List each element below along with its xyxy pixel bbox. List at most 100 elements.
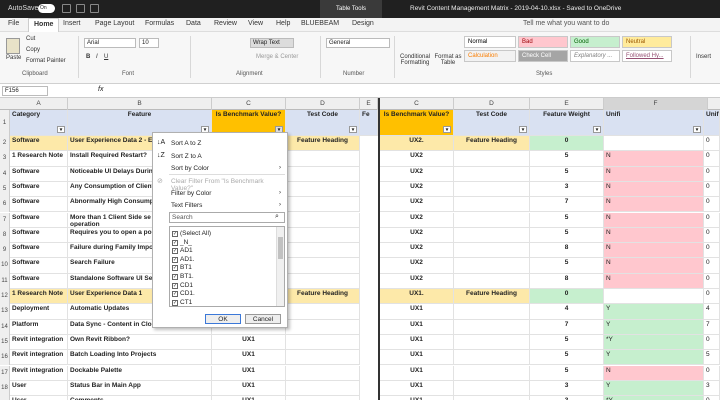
cell-test-code[interactable] — [286, 258, 360, 274]
cell-unifi-2[interactable]: 0 — [704, 273, 720, 289]
cell-unifi[interactable] — [604, 136, 704, 152]
cell-test-code[interactable] — [286, 319, 360, 335]
cell-benchmark-2[interactable]: UX2 — [380, 243, 454, 259]
cell-category[interactable]: Revit integration — [10, 350, 68, 366]
row-number[interactable]: 16 — [0, 350, 10, 366]
cell-test-code[interactable] — [286, 380, 360, 397]
row-number[interactable]: 6 — [0, 197, 10, 213]
list-scrollbar[interactable] — [276, 227, 284, 306]
sort-z-to-a-item[interactable]: Sort Z to A — [171, 153, 202, 160]
conditional-formatting-button[interactable]: Conditional Formatting — [398, 54, 432, 66]
cell-test-code[interactable] — [286, 166, 360, 182]
cell-unifi[interactable]: Y — [604, 380, 704, 397]
merge-center-button[interactable]: Merge & Center — [256, 54, 298, 60]
copy-button[interactable]: Copy — [26, 47, 40, 53]
cell-unifi-2[interactable]: 0 — [704, 212, 720, 228]
cell-feature-weight[interactable]: 0 — [530, 136, 604, 152]
cell-test-code-2[interactable] — [454, 319, 530, 335]
row-number[interactable]: 8 — [0, 227, 10, 244]
cell-category[interactable]: User — [10, 380, 68, 397]
column-header-b[interactable]: B — [68, 98, 212, 110]
filter-checkbox[interactable]: ✓ — [172, 299, 178, 306]
column-header-d[interactable]: D — [286, 98, 360, 110]
cell-benchmark[interactable]: UX1 — [212, 334, 286, 351]
cell-unifi[interactable]: Y — [604, 319, 704, 335]
cell-category[interactable]: Software — [10, 212, 68, 228]
cell-unifi-2[interactable]: 3 — [704, 380, 720, 397]
filter-value-item[interactable]: AD1. — [180, 256, 194, 263]
cell-test-code-2[interactable] — [454, 243, 530, 259]
cell-benchmark-2[interactable]: UX2 — [380, 258, 454, 274]
cell-test-code-2[interactable] — [454, 197, 530, 213]
tab-file[interactable]: File — [8, 20, 19, 27]
filter-checkbox[interactable]: ✓ — [172, 282, 178, 289]
cell-test-code[interactable] — [286, 350, 360, 366]
filter-checkbox[interactable]: ✓ — [172, 248, 178, 255]
cell-category[interactable]: Software — [10, 243, 68, 259]
underline-button[interactable]: U — [104, 54, 108, 60]
row-number[interactable]: 19 — [0, 396, 10, 400]
cell-unifi[interactable]: N — [604, 212, 704, 228]
column-header-e2[interactable]: E — [530, 98, 604, 110]
cell-unifi[interactable]: Y — [604, 304, 704, 320]
cell-category[interactable]: Software — [10, 181, 68, 198]
filter-value-item[interactable]: (Select All) — [180, 230, 211, 237]
cell-feature-weight[interactable]: 8 — [530, 273, 604, 289]
tab-review[interactable]: Review — [214, 20, 237, 27]
sort-a-to-z-item[interactable]: Sort A to Z — [171, 140, 201, 147]
tab-formulas[interactable]: Formulas — [145, 20, 174, 27]
undo-icon[interactable] — [76, 4, 85, 13]
cell-benchmark-2[interactable]: UX1 — [380, 380, 454, 397]
cell-unifi-2[interactable]: 0 — [704, 227, 720, 244]
row-number[interactable]: 18 — [0, 380, 10, 397]
text-filters-item[interactable]: Text Filters — [171, 202, 202, 209]
filter-dropdown-button[interactable]: ▾ — [57, 126, 65, 133]
cell-feature[interactable]: Comments — [68, 396, 212, 400]
cell-benchmark-2[interactable]: UX2 — [380, 166, 454, 182]
style-followed-hyperlink[interactable]: Followed Hy... — [622, 50, 672, 62]
tell-me-input[interactable]: Tell me what you want to do — [523, 20, 609, 27]
cell-test-code-2[interactable]: Feature Heading — [454, 289, 530, 305]
cell-test-code[interactable] — [286, 181, 360, 198]
cell-category[interactable]: Deployment — [10, 304, 68, 320]
cell-test-code[interactable] — [286, 243, 360, 259]
cell-feature-weight[interactable]: 8 — [530, 243, 604, 259]
cell-unifi[interactable]: *Y — [604, 396, 704, 400]
cell-test-code-2[interactable] — [454, 365, 530, 381]
paste-button[interactable]: Paste — [6, 55, 21, 61]
cell-test-code-2[interactable] — [454, 151, 530, 167]
cell-benchmark-2[interactable]: UX2 — [380, 212, 454, 228]
cell-benchmark-2[interactable]: UX2 — [380, 227, 454, 244]
cell-test-code[interactable] — [286, 334, 360, 351]
cell-test-code-2[interactable] — [454, 334, 530, 351]
row-number[interactable]: 3 — [0, 151, 10, 167]
cell-feature[interactable]: Dockable Palette — [68, 365, 212, 381]
cell-test-code-2[interactable] — [454, 227, 530, 244]
cell-feature-weight[interactable]: 5 — [530, 350, 604, 366]
cell-test-code-2[interactable] — [454, 166, 530, 182]
cell-test-code-2[interactable] — [454, 350, 530, 366]
row-number[interactable]: 11 — [0, 273, 10, 289]
cell-benchmark-2[interactable]: UX2 — [380, 181, 454, 198]
cell-benchmark-2[interactable]: UX2 — [380, 273, 454, 289]
cell-feature-weight[interactable]: 5 — [530, 334, 604, 351]
tab-view[interactable]: View — [248, 20, 263, 27]
cell-unifi[interactable]: N — [604, 273, 704, 289]
tab-bluebeam[interactable]: BLUEBEAM — [301, 20, 339, 27]
style-normal[interactable]: Normal — [464, 36, 516, 48]
cell-feature-weight[interactable]: 5 — [530, 258, 604, 274]
row-number[interactable]: 7 — [0, 212, 10, 228]
cell-unifi-2[interactable]: 0 — [704, 197, 720, 213]
cell-benchmark-2[interactable]: UX2. — [380, 136, 454, 152]
cell-unifi[interactable]: N — [604, 151, 704, 167]
cell-test-code-2[interactable] — [454, 396, 530, 400]
cell-test-code-2[interactable]: Feature Heading — [454, 136, 530, 152]
cell-feature-weight[interactable]: 3 — [530, 181, 604, 198]
cell-unifi[interactable]: N — [604, 243, 704, 259]
cell-benchmark-2[interactable]: UX1 — [380, 350, 454, 366]
cell-unifi-2[interactable]: 0 — [704, 396, 720, 400]
cell-feature[interactable]: Batch Loading Into Projects — [68, 350, 212, 366]
tab-help[interactable]: Help — [276, 20, 290, 27]
column-header-c2[interactable]: C — [380, 98, 454, 110]
cell-feature-weight[interactable]: 5 — [530, 166, 604, 182]
